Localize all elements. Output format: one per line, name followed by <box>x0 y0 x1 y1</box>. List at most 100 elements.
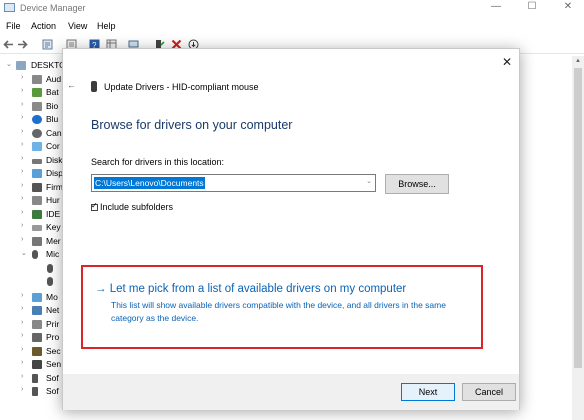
keyboard-icon <box>32 225 42 231</box>
security-device-icon <box>32 347 42 356</box>
chevron-right-icon[interactable]: › <box>21 346 23 353</box>
tree-item-print-queues[interactable]: › Prir <box>0 318 70 331</box>
chevron-right-icon[interactable]: › <box>21 292 23 299</box>
biometric-icon <box>32 102 42 111</box>
mouse-icon <box>32 250 38 259</box>
tree-root[interactable]: ⌄ DESKTO <box>0 59 70 72</box>
software-device-icon <box>32 387 38 396</box>
scrollbar-thumb[interactable] <box>574 68 582 368</box>
disk-icon <box>32 159 42 164</box>
device-manager-icon <box>4 3 15 12</box>
hid-icon <box>32 196 42 205</box>
minimize-button[interactable]: — <box>476 0 516 16</box>
mouse-device-icon <box>91 81 97 92</box>
dialog-close-button[interactable]: ✕ <box>499 54 515 70</box>
computer-icon <box>16 61 26 70</box>
tree-item-mouse-child-1[interactable] <box>0 262 70 275</box>
chevron-right-icon[interactable]: › <box>21 182 23 189</box>
update-drivers-dialog: ✕ ← Update Drivers - HID-compliant mouse… <box>62 48 520 410</box>
chevron-right-icon[interactable]: › <box>21 195 23 202</box>
network-icon <box>32 306 42 315</box>
close-window-button[interactable]: ✕ <box>548 0 584 16</box>
monitor-icon <box>32 142 42 151</box>
chevron-right-icon[interactable]: › <box>21 168 23 175</box>
include-subfolders-label: Include subfolders <box>100 202 174 212</box>
next-button[interactable]: Next <box>401 383 455 401</box>
chevron-right-icon[interactable]: › <box>21 222 23 229</box>
menu-help[interactable]: Help <box>97 21 116 31</box>
chevron-right-icon[interactable]: › <box>21 373 23 380</box>
chevron-right-icon[interactable]: › <box>21 101 23 108</box>
tree-item-mice[interactable]: ⌄ Mic <box>0 248 70 261</box>
tree-item-display[interactable]: › Disp <box>0 167 70 180</box>
tree-item-computer[interactable]: › Cor <box>0 140 70 153</box>
chevron-right-icon[interactable]: › <box>21 141 23 148</box>
pick-from-list-description: This list will show available drivers co… <box>111 300 446 323</box>
chevron-right-icon[interactable]: › <box>21 209 23 216</box>
chevron-down-icon[interactable]: ⌄ <box>366 177 372 185</box>
cancel-button[interactable]: Cancel <box>462 383 516 401</box>
tree-item-disk[interactable]: › Disk <box>0 154 70 167</box>
dialog-footer: Next Cancel <box>63 374 519 410</box>
pick-from-list-link[interactable]: → Let me pick from a list of available d… <box>95 283 406 295</box>
tree-scrollbar[interactable]: ▲ <box>572 56 584 420</box>
chevron-down-icon[interactable]: ⌄ <box>21 249 27 257</box>
maximize-button[interactable]: ☐ <box>512 0 552 16</box>
chevron-right-icon[interactable]: › <box>21 114 23 121</box>
firmware-icon <box>32 183 42 192</box>
tree-item-audio[interactable]: › Aud <box>0 73 70 86</box>
window-title: Device Manager <box>20 3 86 13</box>
camera-icon <box>32 129 42 138</box>
chevron-right-icon[interactable]: › <box>21 359 23 366</box>
tree-item-cameras[interactable]: › Can <box>0 127 70 140</box>
tree-item-software-devices[interactable]: › Sof <box>0 385 70 398</box>
checkbox-checked-icon[interactable] <box>91 201 98 211</box>
tree-item-ide[interactable]: › IDE <box>0 208 70 221</box>
processor-icon <box>32 333 42 342</box>
menu-file[interactable]: File <box>6 21 21 31</box>
menu-action[interactable]: Action <box>31 21 56 31</box>
driver-path-combobox[interactable]: C:\Users\Lenovo\Documents ⌄ <box>91 174 376 192</box>
menu-bar: File Action View Help <box>0 19 584 34</box>
controller-icon <box>32 210 42 219</box>
tree-item-firmware[interactable]: › Firm <box>0 181 70 194</box>
back-arrow-icon[interactable]: ← <box>67 80 76 90</box>
tree-item-monitors[interactable]: › Mo <box>0 291 70 304</box>
mouse-icon <box>47 264 53 273</box>
chevron-right-icon[interactable]: › <box>21 319 23 326</box>
chevron-right-icon[interactable]: › <box>21 305 23 312</box>
chevron-right-icon[interactable]: › <box>21 74 23 81</box>
tree-item-memory[interactable]: › Mer <box>0 235 70 248</box>
tree-item-bluetooth[interactable]: › Blu <box>0 113 70 126</box>
chevron-right-icon[interactable]: › <box>21 236 23 243</box>
tree-item-hid[interactable]: › Hur <box>0 194 70 207</box>
properties-icon[interactable] <box>42 39 53 50</box>
chevron-right-icon[interactable]: › <box>21 87 23 94</box>
tree-item-sensors[interactable]: › Sen <box>0 358 70 371</box>
include-subfolders-checkbox[interactable]: Include subfolders <box>91 201 174 212</box>
tree-item-biometric[interactable]: › Bio <box>0 100 70 113</box>
chevron-down-icon[interactable]: ⌄ <box>6 60 12 68</box>
tree-item-keyboards[interactable]: › Key <box>0 221 70 234</box>
chevron-right-icon[interactable]: › <box>21 128 23 135</box>
chevron-right-icon[interactable]: › <box>21 155 23 162</box>
menu-view[interactable]: View <box>68 21 87 31</box>
driver-path-value[interactable]: C:\Users\Lenovo\Documents <box>94 177 205 189</box>
tree-item-software-components[interactable]: › Sof <box>0 372 70 385</box>
tree-item-security[interactable]: › Sec <box>0 345 70 358</box>
forward-arrow-icon[interactable] <box>17 39 28 50</box>
printer-icon <box>32 320 42 329</box>
title-bar: Device Manager — ☐ ✕ <box>0 0 584 17</box>
tree-item-processors[interactable]: › Pro <box>0 331 70 344</box>
chevron-right-icon[interactable]: › <box>21 386 23 393</box>
back-arrow-icon[interactable] <box>3 39 14 50</box>
bluetooth-icon <box>32 115 42 124</box>
tree-item-batteries[interactable]: › Bat <box>0 86 70 99</box>
browse-button[interactable]: Browse... <box>385 174 449 194</box>
sensor-icon <box>32 360 42 369</box>
scroll-up-icon[interactable]: ▲ <box>575 58 581 64</box>
tree-item-network[interactable]: › Net <box>0 304 70 317</box>
tree-item-mouse-child-2[interactable] <box>0 275 70 288</box>
search-location-label: Search for drivers in this location: <box>91 157 225 167</box>
chevron-right-icon[interactable]: › <box>21 332 23 339</box>
